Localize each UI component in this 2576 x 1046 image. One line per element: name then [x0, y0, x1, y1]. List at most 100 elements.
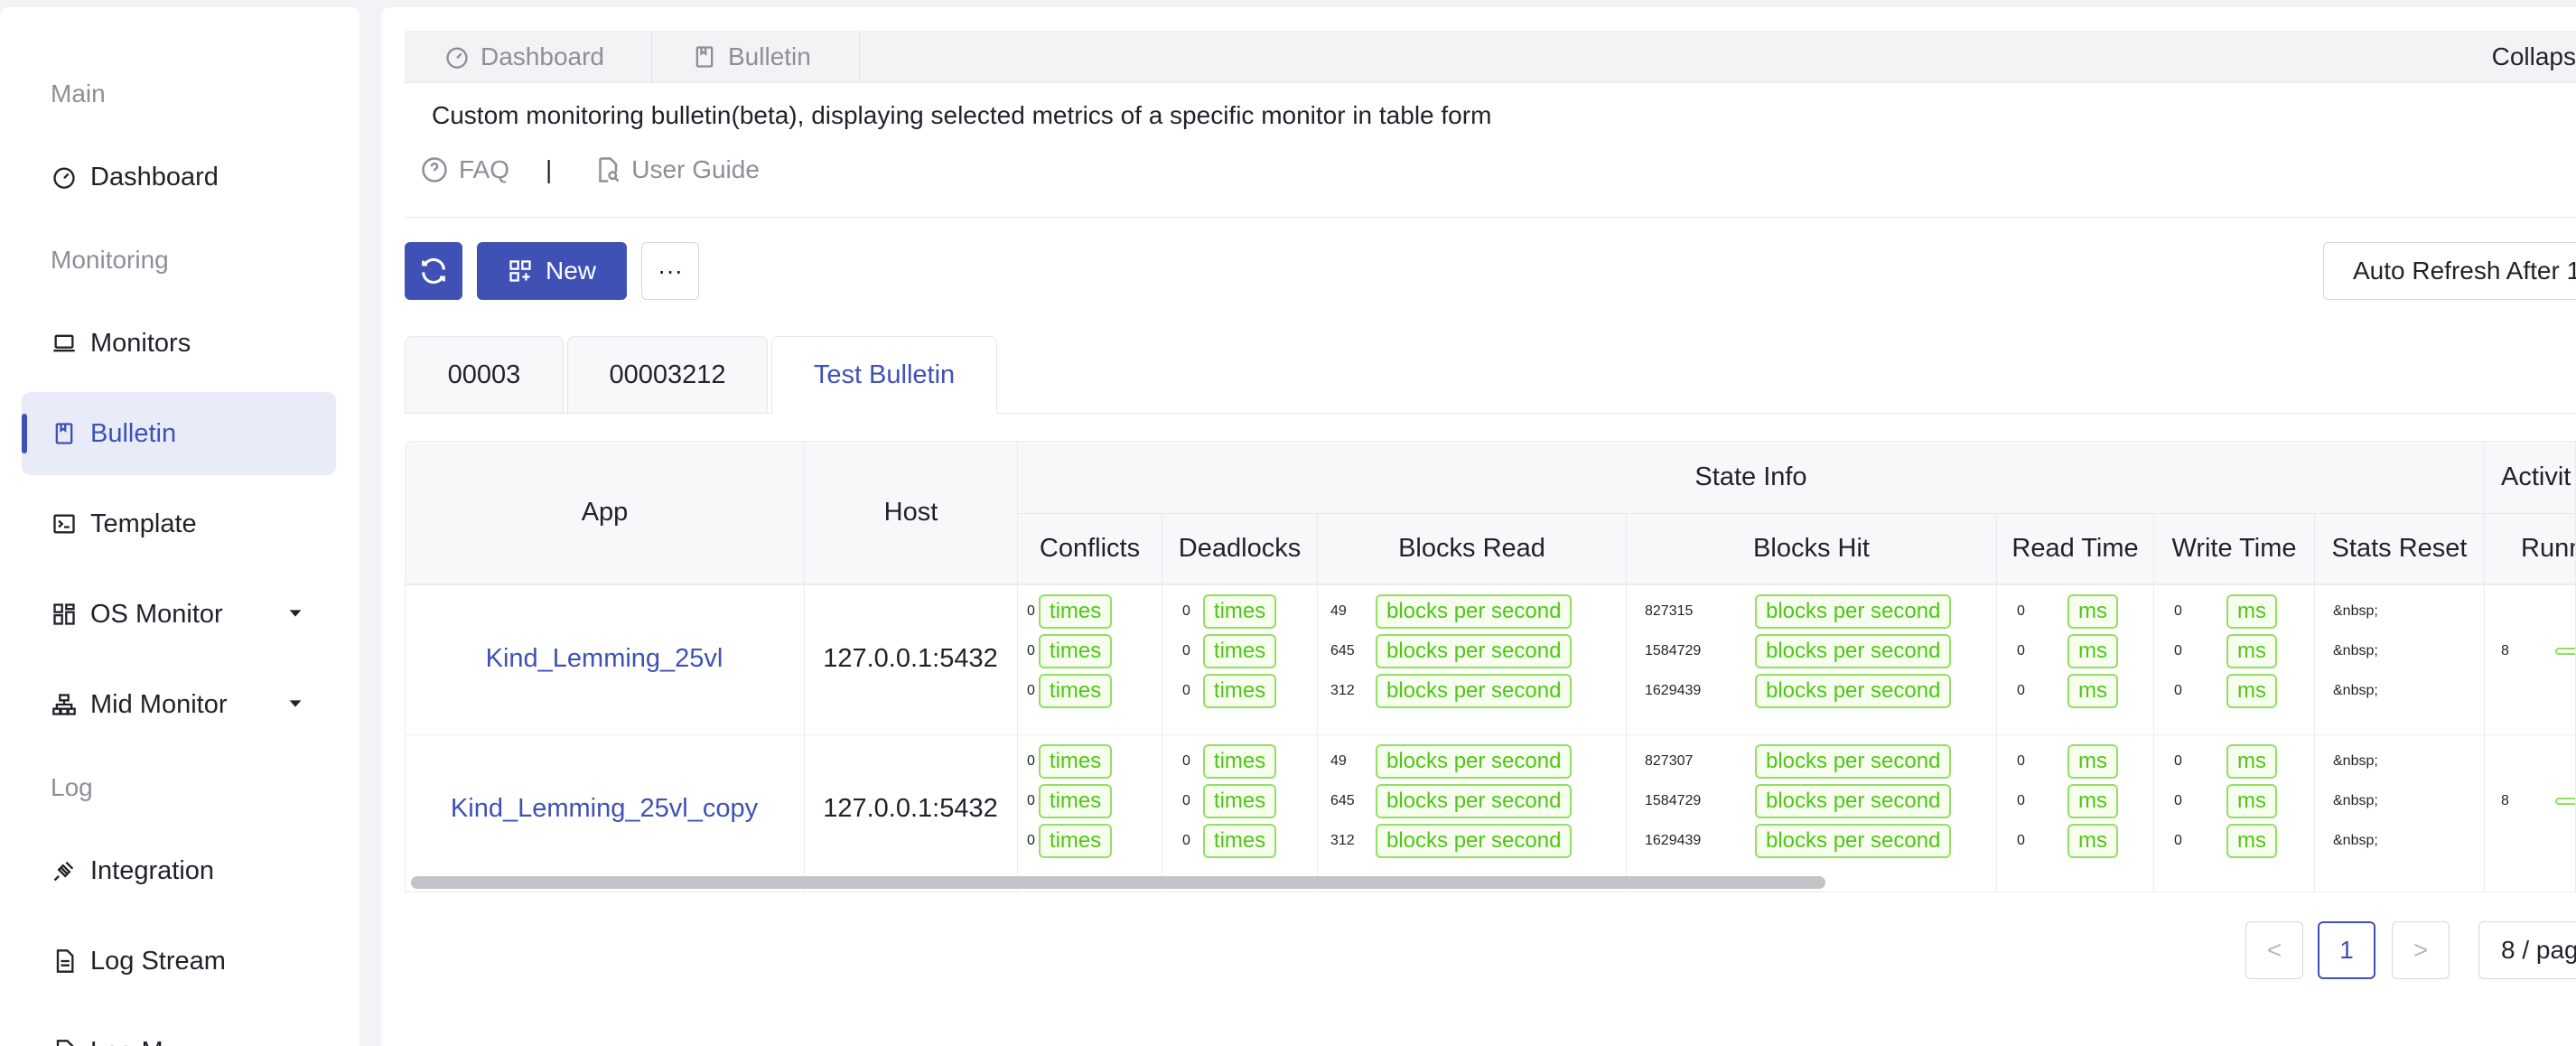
- write-time-line: 0 ms: [2174, 743, 2277, 780]
- write-time-line: 0 ms: [2174, 673, 2277, 709]
- sidebar-item-integration[interactable]: Integration: [22, 829, 336, 912]
- read-time-line: 0 ms: [2017, 633, 2118, 669]
- conflicts-value: 0: [1027, 603, 1035, 619]
- blocks-read-value: 645: [1330, 643, 1355, 658]
- more-button[interactable]: ···: [641, 242, 699, 300]
- blocks-hit-line: 1629439 blocks per second: [1645, 673, 1952, 709]
- unit-tag: blocks per second: [1376, 784, 1573, 818]
- conflicts-value: 0: [1027, 753, 1035, 769]
- page-size-select[interactable]: 8 / pag: [2478, 921, 2576, 979]
- unit-tag: blocks per second: [1755, 824, 1952, 858]
- write-time-line: 0 ms: [2174, 593, 2277, 630]
- user-guide-link[interactable]: User Guide: [593, 155, 760, 184]
- unit-tag: ms: [2226, 784, 2277, 818]
- unit-tag: blocks per second: [1376, 674, 1573, 708]
- unit-tag: ms: [2226, 824, 2277, 858]
- unit-tag: ms: [2226, 594, 2277, 629]
- write-time-value: 0: [2174, 603, 2182, 619]
- chevron-down-icon: [289, 700, 302, 707]
- nav-group-log: Log: [51, 773, 93, 801]
- unit-tag: times: [1038, 784, 1113, 818]
- sidebar-item-template[interactable]: Template: [22, 482, 336, 565]
- blocks-read-value: 49: [1330, 753, 1347, 769]
- bulletin-tab-test-bulletin[interactable]: Test Bulletin: [771, 336, 997, 414]
- write-time-line: 0 ms: [2174, 633, 2277, 669]
- unit-tag: ms: [2067, 594, 2118, 629]
- blocks-hit-value: 1629439: [1645, 833, 1702, 848]
- running-value: 8: [2501, 643, 2509, 658]
- prev-page-button[interactable]: <: [2245, 921, 2303, 979]
- conflicts-line: 0 times: [1027, 673, 1113, 709]
- dashboard-icon: [51, 163, 78, 191]
- page-tab-bulletin[interactable]: Bulletin: [652, 31, 860, 83]
- header-read-time: Read Time: [1997, 514, 2154, 584]
- unit-tag: ms: [2067, 634, 2118, 668]
- plug-icon: [51, 857, 78, 884]
- app-link[interactable]: Kind_Lemming_25vl_copy: [406, 794, 803, 824]
- unit-tag: ms: [2067, 784, 2118, 818]
- unit-tag: times: [1202, 824, 1277, 858]
- running-line: 8: [2501, 633, 2575, 669]
- unit-tag: times: [1038, 674, 1113, 708]
- sidebar-item-mid-monitor[interactable]: Mid Monitor: [22, 663, 336, 746]
- unit-tag: blocks per second: [1376, 744, 1573, 779]
- unit-tag: times: [1202, 674, 1277, 708]
- bulletin-tab-00003[interactable]: 00003: [405, 336, 564, 414]
- conflicts-value: 0: [1027, 643, 1035, 658]
- header-write-time: Write Time: [2154, 514, 2315, 584]
- deadlocks-line: 0 times: [1182, 823, 1277, 859]
- unit-tag: ms: [2226, 634, 2277, 668]
- page-1-button[interactable]: 1: [2318, 921, 2375, 979]
- app-link[interactable]: Kind_Lemming_25vl: [406, 644, 803, 674]
- deadlocks-value: 0: [1182, 753, 1190, 769]
- unit-tag: [2555, 648, 2575, 655]
- next-page-button[interactable]: >: [2392, 921, 2450, 979]
- unit-tag: times: [1038, 634, 1113, 668]
- sidebar-item-os-monitor[interactable]: OS Monitor: [22, 573, 336, 656]
- header-host: Host: [805, 442, 1018, 584]
- collapse-button[interactable]: Collaps: [2492, 31, 2576, 83]
- sidebar-item-bulletin[interactable]: Bulletin: [22, 392, 336, 475]
- page-tab-dashboard[interactable]: Dashboard: [405, 31, 652, 83]
- sidebar-item-dashboard[interactable]: Dashboard: [22, 135, 336, 219]
- unit-tag: blocks per second: [1376, 824, 1573, 858]
- running-line: 8: [2501, 783, 2575, 819]
- unit-tag: times: [1202, 784, 1277, 818]
- deadlocks-line: 0 times: [1182, 783, 1277, 819]
- sidebar-item-log-more[interactable]: Log M: [22, 1010, 336, 1046]
- blocks-hit-line: 1584729 blocks per second: [1645, 633, 1952, 669]
- deadlocks-line: 0 times: [1182, 593, 1277, 630]
- sidebar-item-log-stream[interactable]: Log Stream: [22, 920, 336, 1003]
- page-tab-label: Dashboard: [481, 42, 604, 70]
- auto-refresh-select[interactable]: Auto Refresh After 1: [2323, 242, 2576, 300]
- add-grid-icon: [509, 260, 531, 282]
- col-host: [805, 584, 1018, 892]
- horizontal-scrollbar[interactable]: [411, 876, 1825, 889]
- read-time-line: 0 ms: [2017, 823, 2118, 859]
- write-time-value: 0: [2174, 753, 2182, 769]
- question-circle-icon: [422, 157, 447, 182]
- blocks-hit-value: 1584729: [1645, 793, 1702, 808]
- page-description: Custom monitoring bulletin(beta), displa…: [432, 101, 1492, 129]
- refresh-button[interactable]: [405, 242, 462, 300]
- page-tab-label: Bulletin: [728, 42, 811, 70]
- read-time-value: 0: [2017, 683, 2025, 698]
- unit-tag: ms: [2226, 674, 2277, 708]
- header-blocks-read: Blocks Read: [1318, 514, 1627, 584]
- read-time-value: 0: [2017, 603, 2025, 619]
- sidebar-item-monitors[interactable]: Monitors: [22, 302, 336, 385]
- user-guide-label: User Guide: [631, 155, 760, 183]
- read-time-line: 0 ms: [2017, 743, 2118, 780]
- faq-link[interactable]: FAQ: [421, 155, 509, 184]
- read-time-line: 0 ms: [2017, 593, 2118, 630]
- deadlocks-line: 0 times: [1182, 673, 1277, 709]
- blocks-hit-line: 1629439 blocks per second: [1645, 823, 1952, 859]
- new-button[interactable]: New: [477, 242, 627, 300]
- deadlocks-value: 0: [1182, 603, 1190, 619]
- write-time-value: 0: [2174, 833, 2182, 848]
- link-separator: |: [546, 155, 553, 183]
- unit-tag: ms: [2067, 824, 2118, 858]
- blocks-read-value: 645: [1330, 793, 1355, 808]
- unit-tag: blocks per second: [1755, 784, 1952, 818]
- bulletin-tab-00003212[interactable]: 00003212: [567, 336, 768, 414]
